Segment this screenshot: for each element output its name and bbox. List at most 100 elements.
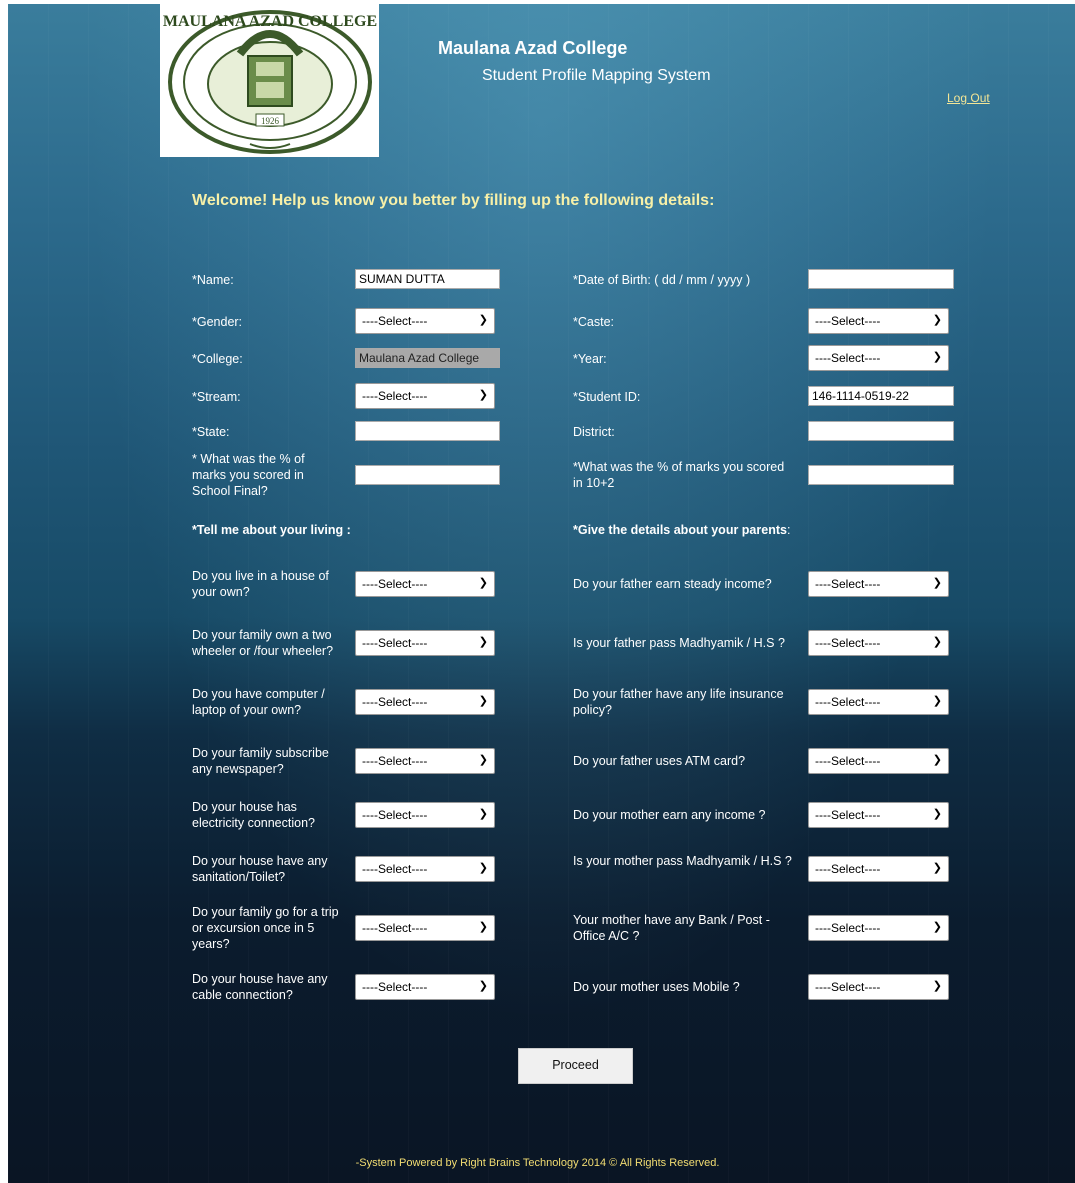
year-select-value: ----Select---- [815, 351, 881, 365]
chevron-down-icon: ❯ [478, 808, 488, 820]
page-frame: 1926 MAULANA AZAD COLLEGE Maulana Azad C… [8, 4, 1075, 1183]
parent-select[interactable]: ----Select---- ❯ [808, 630, 949, 656]
caste-select-value: ----Select---- [815, 314, 881, 328]
chevron-down-icon: ❯ [932, 351, 942, 363]
living-question: Do your house have any sanitation/Toilet… [192, 854, 328, 884]
parent-select[interactable]: ----Select---- ❯ [808, 856, 949, 882]
student-id-label: *Student ID: [573, 390, 641, 404]
name-label: *Name: [192, 273, 234, 287]
select-value: ----Select---- [815, 862, 881, 876]
parents-heading-wrap: *Give the details about your parents: [573, 522, 790, 538]
living-select[interactable]: ----Select---- ❯ [355, 689, 495, 715]
parent-select[interactable]: ----Select---- ❯ [808, 748, 949, 774]
logout-link[interactable]: Log Out [947, 91, 990, 105]
gender-select[interactable]: ----Select---- ❯ [355, 308, 495, 334]
college-label: *College: [192, 352, 243, 366]
parent-question: Is your father pass Madhyamik / H.S ? [573, 636, 785, 650]
app-title: Maulana Azad College [438, 38, 628, 58]
living-select[interactable]: ----Select---- ❯ [355, 802, 495, 828]
college-field [355, 348, 500, 368]
chevron-down-icon: ❯ [478, 862, 488, 874]
select-value: ----Select---- [815, 921, 881, 935]
chevron-down-icon: ❯ [478, 980, 488, 992]
parent-question: Do your father uses ATM card? [573, 754, 746, 768]
school-marks-label: * What was the % of marks you scored in … [192, 452, 305, 498]
logo-name: MAULANA AZAD COLLEGE [163, 13, 377, 30]
living-select[interactable]: ----Select---- ❯ [355, 748, 495, 774]
living-question: Do your family own a two wheeler or /fou… [192, 628, 334, 658]
living-question: Do your house have any cable connection? [192, 972, 328, 1002]
dob-label: *Date of Birth: ( dd / mm / yyyy ) [573, 273, 751, 287]
parents-heading: *Give the details about your parents [573, 523, 787, 537]
chevron-down-icon: ❯ [478, 577, 488, 589]
logo-year: 1926 [261, 116, 280, 126]
chevron-down-icon: ❯ [478, 754, 488, 766]
select-value: ----Select---- [815, 980, 881, 994]
living-question: Do your family subscribe any newspaper? [192, 746, 329, 776]
footer-text: -System Powered by Right Brains Technolo… [355, 1157, 720, 1169]
name-field[interactable] [355, 269, 500, 289]
select-value: ----Select---- [362, 862, 428, 876]
select-value: ----Select---- [362, 921, 428, 935]
select-value: ----Select---- [362, 577, 428, 591]
gender-select-value: ----Select---- [362, 314, 428, 328]
gender-label: *Gender: [192, 315, 243, 329]
living-question: Do your house has electricity connection… [192, 800, 315, 830]
dob-field[interactable] [808, 269, 954, 289]
select-value: ----Select---- [362, 808, 428, 822]
parents-heading-colon: : [786, 523, 791, 537]
chevron-down-icon: ❯ [478, 389, 488, 401]
stream-select[interactable]: ----Select---- ❯ [355, 383, 495, 409]
welcome-heading: Welcome! Help us know you better by fill… [192, 192, 715, 209]
district-label: District: [573, 425, 615, 439]
chevron-down-icon: ❯ [932, 577, 942, 589]
district-field[interactable] [808, 421, 954, 441]
parent-select[interactable]: ----Select---- ❯ [808, 571, 949, 597]
living-select[interactable]: ----Select---- ❯ [355, 571, 495, 597]
chevron-down-icon: ❯ [932, 754, 942, 766]
school-marks-field[interactable] [355, 465, 500, 485]
state-field[interactable] [355, 421, 500, 441]
parent-question: Your mother have any Bank / Post - Offic… [573, 913, 770, 943]
parent-select[interactable]: ----Select---- ❯ [808, 689, 949, 715]
hs-marks-label: *What was the % of marks you scored in 1… [573, 460, 785, 490]
chevron-down-icon: ❯ [932, 808, 942, 820]
caste-select[interactable]: ----Select---- ❯ [808, 308, 949, 334]
select-value: ----Select---- [362, 980, 428, 994]
parent-question: Do your father have any life insurance p… [573, 687, 784, 717]
living-select[interactable]: ----Select---- ❯ [355, 974, 495, 1000]
year-select[interactable]: ----Select---- ❯ [808, 345, 949, 371]
select-value: ----Select---- [815, 808, 881, 822]
college-logo: 1926 MAULANA AZAD COLLEGE [160, 4, 379, 157]
proceed-button[interactable]: Proceed [518, 1048, 633, 1084]
select-value: ----Select---- [815, 636, 881, 650]
state-label: *State: [192, 425, 230, 439]
parent-select[interactable]: ----Select---- ❯ [808, 802, 949, 828]
parent-question: Do your mother earn any income ? [573, 808, 766, 822]
select-value: ----Select---- [362, 636, 428, 650]
student-id-field[interactable] [808, 386, 954, 406]
parent-question: Do your father earn steady income? [573, 577, 772, 591]
chevron-down-icon: ❯ [478, 636, 488, 648]
living-select[interactable]: ----Select---- ❯ [355, 856, 495, 882]
year-label: *Year: [573, 352, 607, 366]
living-question: Do you live in a house of your own? [192, 569, 329, 599]
chevron-down-icon: ❯ [932, 636, 942, 648]
select-value: ----Select---- [815, 754, 881, 768]
living-select[interactable]: ----Select---- ❯ [355, 915, 495, 941]
parent-question: Is your mother pass Madhyamik / H.S ? [573, 854, 792, 868]
stream-select-value: ----Select---- [362, 389, 428, 403]
parent-select[interactable]: ----Select---- ❯ [808, 974, 949, 1000]
living-select[interactable]: ----Select---- ❯ [355, 630, 495, 656]
parent-select[interactable]: ----Select---- ❯ [808, 915, 949, 941]
select-value: ----Select---- [362, 695, 428, 709]
living-heading: *Tell me about your living : [192, 523, 351, 537]
chevron-down-icon: ❯ [932, 314, 942, 326]
chevron-down-icon: ❯ [932, 980, 942, 992]
chevron-down-icon: ❯ [932, 695, 942, 707]
living-question: Do you have computer / laptop of your ow… [192, 687, 325, 717]
select-value: ----Select---- [815, 695, 881, 709]
app-subtitle: Student Profile Mapping System [482, 67, 711, 84]
hs-marks-field[interactable] [808, 465, 954, 485]
caste-label: *Caste: [573, 315, 614, 329]
